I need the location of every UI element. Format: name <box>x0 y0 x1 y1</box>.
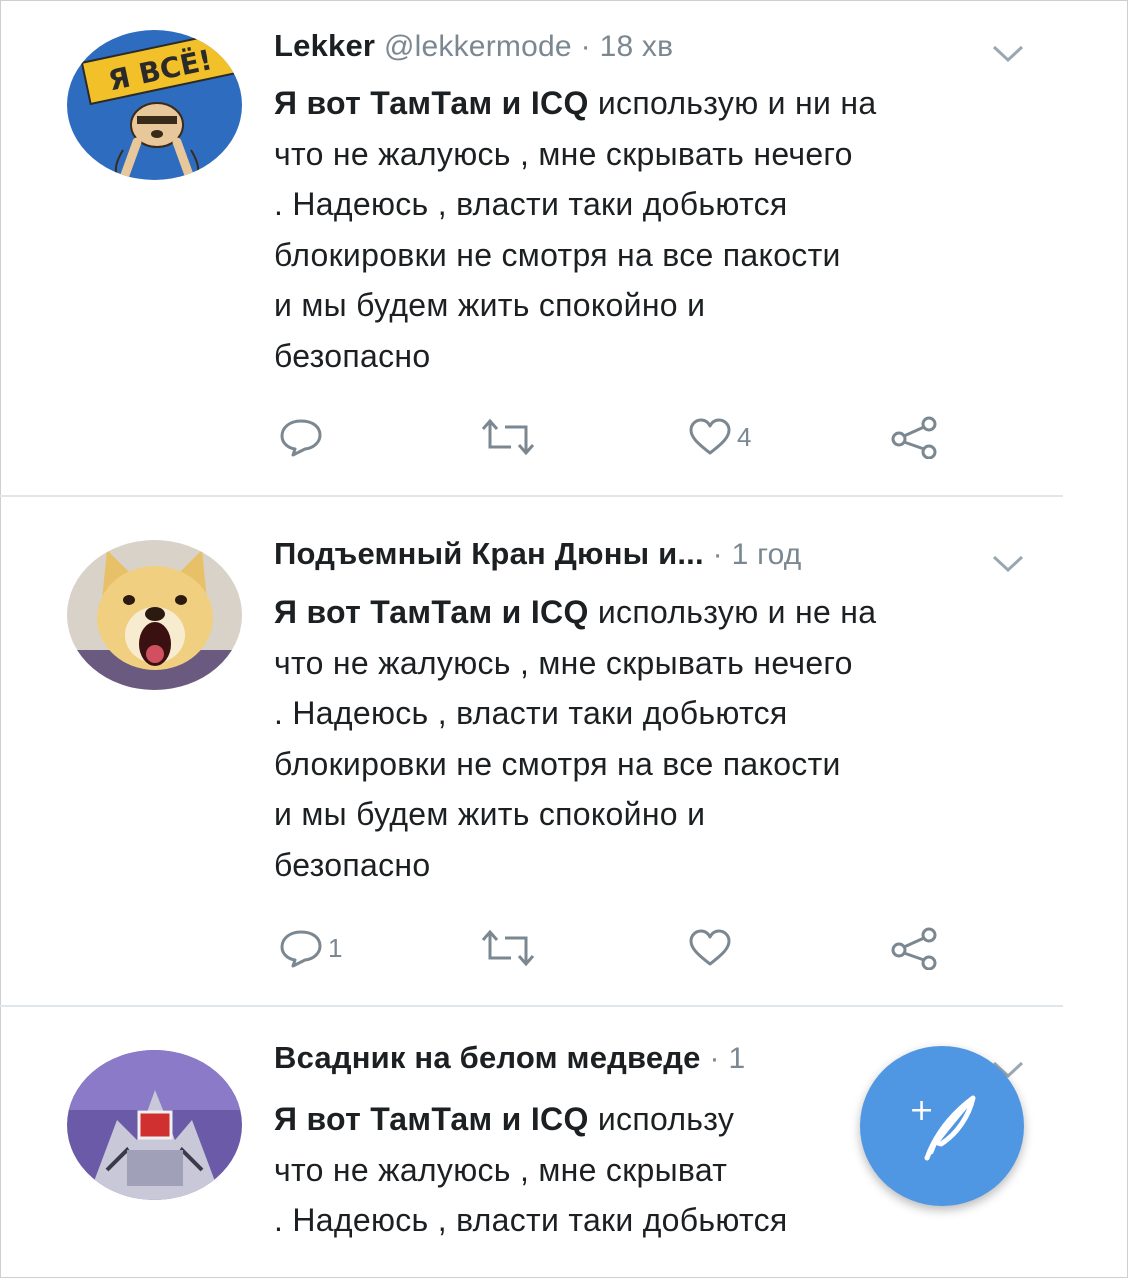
timestamp[interactable]: 1 год <box>732 538 802 571</box>
share-icon <box>891 416 937 459</box>
tweet-text-line: безопасно <box>274 337 431 374</box>
sloth-avatar-icon: Я ВСЁ! <box>67 30 242 180</box>
retweet-icon <box>481 929 535 967</box>
timestamp[interactable]: 1 <box>728 1042 745 1075</box>
reply-button[interactable] <box>278 412 328 462</box>
retweet-icon <box>481 418 535 456</box>
tweet[interactable]: Я ВСЁ! Lekker @lekkermode · 18 хв Я вот … <box>0 0 1130 495</box>
tweet-text-line: безопасно <box>274 846 431 883</box>
share-icon <box>891 927 937 970</box>
like-button[interactable] <box>687 923 737 973</box>
svg-text:+: + <box>909 1093 934 1128</box>
tweet-text-line: . Надеюсь , власти таки добьются <box>274 695 788 731</box>
separator-dot: · <box>709 1042 720 1075</box>
tweet-text-line: использую и не на <box>597 594 877 630</box>
tweet-text-line: блокировки не смотря на все пакости <box>274 745 841 782</box>
tweet[interactable]: Подъемный Кран Дюны и... · 1 год Я вот Т… <box>0 510 1130 1005</box>
separator-dot: · <box>580 30 591 63</box>
tweet-actions: 1 <box>274 923 974 973</box>
tweet-text-line: блокировки не смотря на все пакости <box>274 236 841 273</box>
heart-icon <box>689 929 731 966</box>
tweet-text-line: что не жалуюсь , мне скрывать нечего <box>274 644 853 681</box>
heart-icon <box>689 418 731 455</box>
like-count: 4 <box>737 421 752 452</box>
retweet-button[interactable] <box>479 923 541 973</box>
tweet-divider <box>0 1005 1063 1007</box>
tweet-text-line: и мы будем жить спокойно и <box>274 287 706 323</box>
tweet-actions: 4 <box>274 412 974 462</box>
avatar[interactable] <box>67 540 242 690</box>
share-button[interactable] <box>889 412 941 462</box>
avatar[interactable]: Я ВСЁ! <box>67 30 242 180</box>
tweet-header: Всадник на белом медведе · 1 <box>274 1040 745 1076</box>
compose-tweet-button[interactable]: + <box>860 1046 1024 1206</box>
doge-avatar-icon <box>67 540 242 690</box>
reply-count: 1 <box>328 932 343 963</box>
reply-icon <box>280 930 322 968</box>
tweet-text: Я вот ТамТам и ICQ использую и ни на что… <box>274 78 1034 381</box>
share-button[interactable] <box>889 923 941 973</box>
compose-feather-icon: + <box>909 1093 976 1161</box>
tweet-text-line: и мы будем жить спокойно и <box>274 796 706 832</box>
tweet-text-bold: Я вот ТамТам и ICQ <box>274 594 589 630</box>
author-name[interactable]: Подъемный Кран Дюны и... <box>274 536 704 571</box>
author-handle[interactable]: @lekkermode <box>384 30 572 63</box>
timestamp[interactable]: 18 хв <box>600 30 674 63</box>
tweet-text-line: использую и ни на <box>597 85 877 121</box>
tweet-header: Lekker @lekkermode · 18 хв <box>274 28 673 64</box>
retweet-button[interactable] <box>479 412 541 462</box>
tweet-text-line: использу <box>597 1101 735 1137</box>
tweet-text-bold: Я вот ТамТам и ICQ <box>274 1101 589 1137</box>
author-name[interactable]: Lekker <box>274 28 375 63</box>
tweet-divider <box>0 495 1063 497</box>
reply-button[interactable]: 1 <box>278 923 342 973</box>
tweet-header: Подъемный Кран Дюны и... · 1 год <box>274 536 802 572</box>
avatar[interactable] <box>67 1050 242 1200</box>
tweet-text: Я вот ТамТам и ICQ использую и не на что… <box>274 587 1034 890</box>
robot-avatar-icon <box>67 1050 242 1200</box>
tweet-text-bold: Я вот ТамТам и ICQ <box>274 85 589 121</box>
reply-icon <box>280 419 322 457</box>
chevron-down-icon[interactable] <box>990 42 1026 66</box>
like-button[interactable]: 4 <box>687 412 751 462</box>
chevron-down-icon[interactable] <box>990 552 1026 576</box>
separator-dot: · <box>712 538 723 571</box>
author-name[interactable]: Всадник на белом медведе <box>274 1040 701 1075</box>
tweet-text-line: . Надеюсь , власти таки добьются <box>274 186 788 222</box>
tweet-text-line: что не жалуюсь , мне скрывать нечего <box>274 135 853 172</box>
